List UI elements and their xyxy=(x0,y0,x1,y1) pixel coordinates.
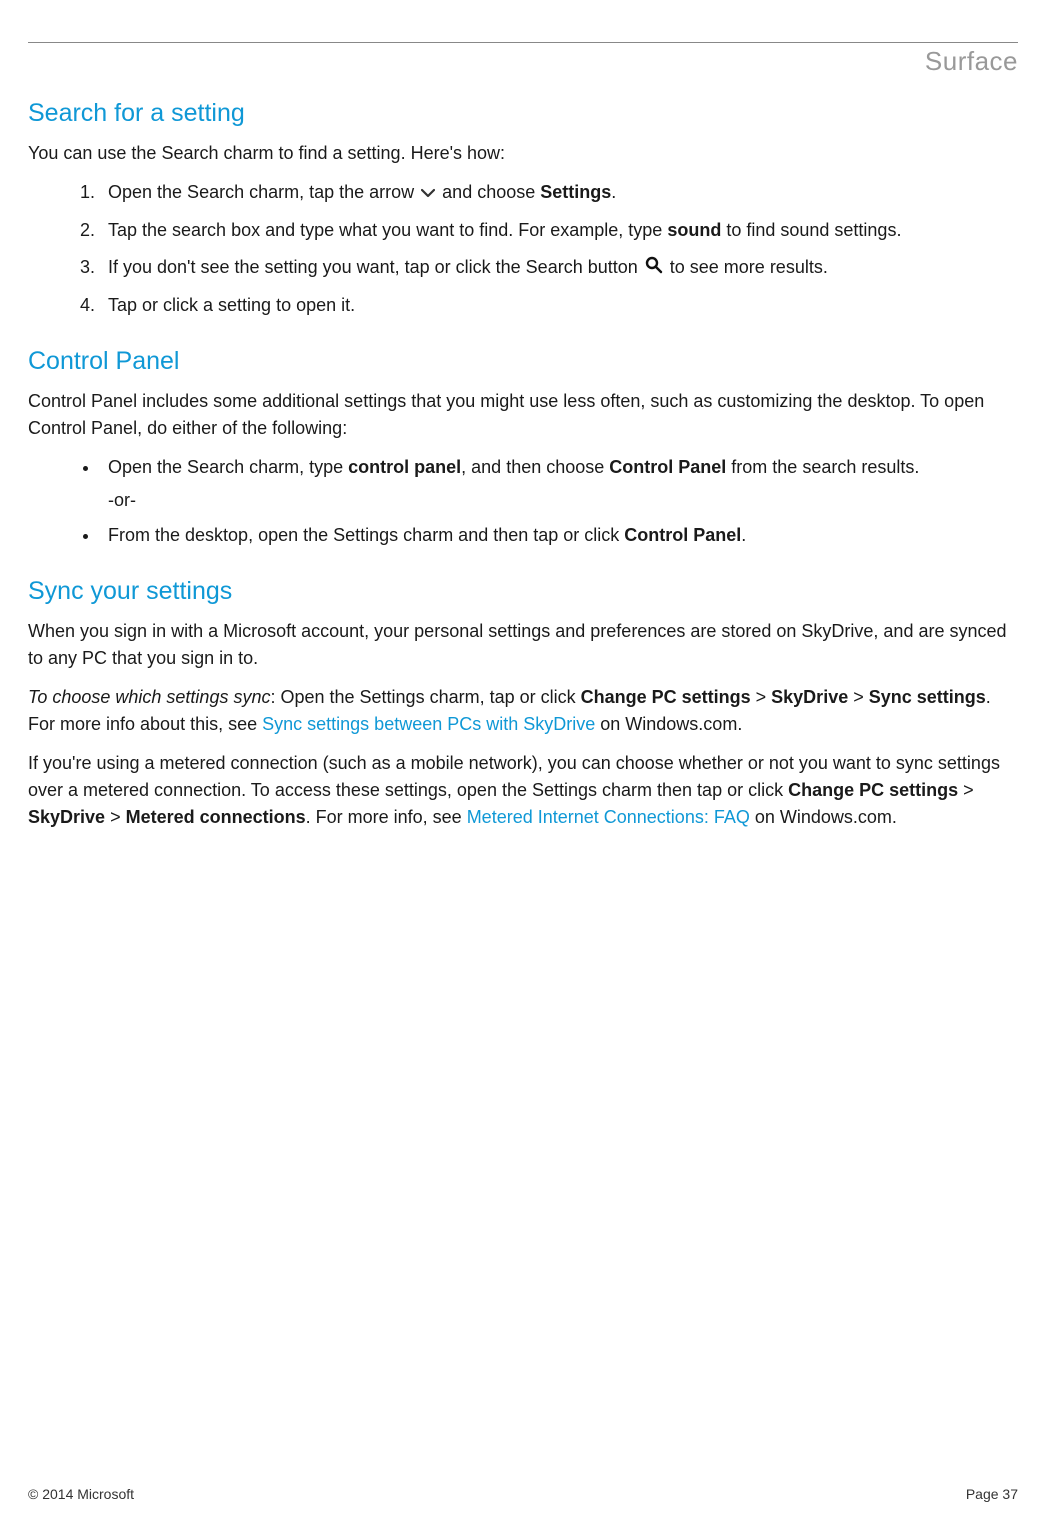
link-sync-settings[interactable]: Sync settings between PCs with SkyDrive xyxy=(262,714,595,734)
step-2: Tap the search box and type what you wan… xyxy=(100,217,1018,244)
step3-text-a: If you don't see the setting you want, t… xyxy=(108,257,643,277)
search-icon xyxy=(645,255,663,282)
control-bullets: Open the Search charm, type control pane… xyxy=(28,454,1018,549)
search-steps: Open the Search charm, tap the arrow and… xyxy=(28,179,1018,319)
brand-logo: Surface xyxy=(925,46,1018,77)
control-bullet-1: Open the Search charm, type control pane… xyxy=(100,454,1018,514)
step3-text-b: to see more results. xyxy=(665,257,828,277)
cb1-e: from the search results. xyxy=(726,457,919,477)
sync-p3-d: SkyDrive xyxy=(28,807,105,827)
sync-p2-b: : Open the Settings charm, tap or click xyxy=(270,687,580,707)
footer-copyright: © 2014 Microsoft xyxy=(28,1486,134,1502)
cb1-c: , and then choose xyxy=(461,457,609,477)
sync-p2-e: SkyDrive xyxy=(771,687,848,707)
cb2-c: . xyxy=(741,525,746,545)
link-metered-faq[interactable]: Metered Internet Connections: FAQ xyxy=(467,807,750,827)
control-intro: Control Panel includes some additional s… xyxy=(28,388,1018,442)
heading-sync: Sync your settings xyxy=(28,577,1018,606)
cb1-a: Open the Search charm, type xyxy=(108,457,348,477)
sync-p2-g: Sync settings xyxy=(869,687,986,707)
step2-bold: sound xyxy=(667,220,721,240)
sync-p3-h: on Windows.com. xyxy=(750,807,897,827)
step-1: Open the Search charm, tap the arrow and… xyxy=(100,179,1018,207)
step1-bold: Settings xyxy=(540,182,611,202)
step-4: Tap or click a setting to open it. xyxy=(100,292,1018,319)
sync-p3-b: Change PC settings xyxy=(788,780,958,800)
sync-p2-i: on Windows.com. xyxy=(595,714,742,734)
header-divider xyxy=(28,42,1018,43)
page-footer: © 2014 Microsoft Page 37 xyxy=(28,1486,1018,1502)
footer-page: Page 37 xyxy=(966,1486,1018,1502)
sync-p2-c: Change PC settings xyxy=(581,687,751,707)
sync-p2-d: > xyxy=(751,687,772,707)
step1-text-d: . xyxy=(611,182,616,202)
heading-control-panel: Control Panel xyxy=(28,347,1018,376)
sync-p2-f: > xyxy=(848,687,869,707)
cb1-d: Control Panel xyxy=(609,457,726,477)
or-divider: -or- xyxy=(108,487,1018,514)
sync-p3-f: Metered connections xyxy=(126,807,306,827)
chevron-down-icon xyxy=(421,180,435,207)
step1-text-b: and choose xyxy=(437,182,540,202)
search-intro: You can use the Search charm to find a s… xyxy=(28,140,1018,167)
step-3: If you don't see the setting you want, t… xyxy=(100,254,1018,282)
sync-p3-c: > xyxy=(958,780,974,800)
step1-text-a: Open the Search charm, tap the arrow xyxy=(108,182,419,202)
sync-p2-italic: To choose which settings sync xyxy=(28,687,270,707)
control-bullet-2: From the desktop, open the Settings char… xyxy=(100,522,1018,549)
cb1-b: control panel xyxy=(348,457,461,477)
cb2-b: Control Panel xyxy=(624,525,741,545)
heading-search: Search for a setting xyxy=(28,99,1018,128)
step2-text-a: Tap the search box and type what you wan… xyxy=(108,220,667,240)
cb2-a: From the desktop, open the Settings char… xyxy=(108,525,624,545)
step2-text-c: to find sound settings. xyxy=(721,220,901,240)
sync-p3-e: > xyxy=(105,807,126,827)
sync-p3: If you're using a metered connection (su… xyxy=(28,750,1018,831)
sync-p3-g: . For more info, see xyxy=(306,807,467,827)
sync-p1: When you sign in with a Microsoft accoun… xyxy=(28,618,1018,672)
sync-p2: To choose which settings sync: Open the … xyxy=(28,684,1018,738)
